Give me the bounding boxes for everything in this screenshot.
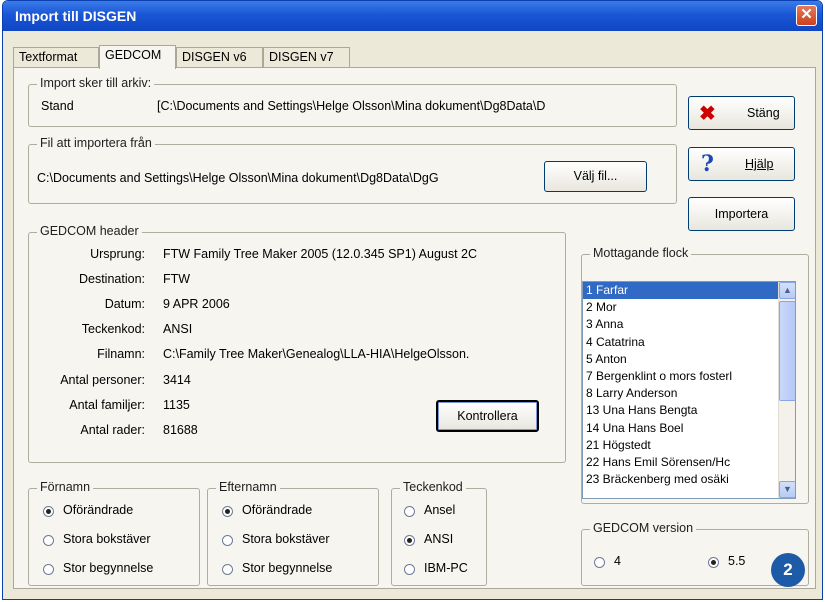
version-4-label: 4: [614, 554, 621, 568]
version-55-radio[interactable]: [708, 557, 719, 568]
close-button[interactable]: ✖ Stäng: [688, 96, 795, 130]
tab-disgen-v6[interactable]: DISGEN v6: [176, 47, 263, 68]
firstname-legend: Förnamn: [37, 480, 94, 494]
red-x-icon: ✖: [699, 103, 716, 125]
firstname-group: Förnamn Oförändrade Stora bokstäver Stor…: [28, 480, 200, 586]
scroll-up-icon[interactable]: ▲: [779, 282, 795, 299]
flock-items: 1 Farfar 2 Mor 3 Anna 4 Catatrina 5 Anton 7 B…: [583, 282, 795, 488]
scroll-down-icon[interactable]: ▼: [779, 481, 795, 498]
header-value-filename: C:\Family Tree Maker\Genealog\LLA-HIA\He…: [163, 347, 470, 361]
archive-legend: Import sker till arkiv:: [37, 76, 155, 90]
step-badge: 2: [771, 553, 805, 587]
version-4-radio[interactable]: [594, 557, 605, 568]
gedcom-version-legend: GEDCOM version: [590, 521, 697, 535]
flock-list-item[interactable]: 1 Farfar: [583, 282, 795, 300]
archive-name: Stand: [41, 99, 74, 113]
lastname-unchanged-radio[interactable]: [222, 506, 233, 517]
flock-list-item[interactable]: 21 Högstedt: [583, 437, 795, 454]
header-value-date: 9 APR 2006: [163, 297, 230, 311]
header-value-charset: ANSI: [163, 322, 193, 336]
receiving-flock-list[interactable]: 1 Farfar 2 Mor 3 Anna 4 Catatrina 5 Anton 7 B…: [582, 281, 796, 499]
help-button[interactable]: ? Hjälp: [688, 147, 795, 181]
header-value-persons: 3414: [163, 373, 191, 387]
archive-group: Import sker till arkiv: Stand [C:\Docume…: [28, 76, 677, 127]
tab-textformat[interactable]: Textformat: [13, 47, 99, 68]
import-file-path: C:\Documents and Settings\Helge Olsson\M…: [37, 171, 439, 185]
help-button-label: Hjälp: [745, 157, 774, 171]
header-label-persons: Antal personer:: [60, 373, 145, 387]
choose-file-button[interactable]: Välj fil...: [544, 161, 647, 192]
check-button[interactable]: Kontrollera: [436, 400, 539, 432]
header-value-families: 1135: [163, 398, 190, 412]
header-label-charset: Teckenkod:: [81, 322, 145, 336]
receiving-flock-legend: Mottagande flock: [590, 246, 692, 260]
firstname-capitalize-radio[interactable]: [43, 564, 54, 575]
flock-list-item[interactable]: 2 Mor: [583, 299, 795, 316]
firstname-uppercase-radio[interactable]: [43, 535, 54, 546]
lastname-group: Efternamn Oförändrade Stora bokstäver St…: [207, 480, 379, 586]
flock-scrollbar[interactable]: ▲ ▼: [778, 282, 795, 498]
tab-disgen-v7[interactable]: DISGEN v7: [263, 47, 350, 68]
charset-ibmpc-label: IBM-PC: [424, 561, 468, 575]
flock-list-item[interactable]: 22 Hans Emil Sörensen/Hc: [583, 454, 795, 471]
flock-list-item[interactable]: 5 Anton: [583, 351, 795, 368]
header-label-destination: Destination:: [78, 272, 145, 286]
flock-list-item[interactable]: 3 Anna: [583, 316, 795, 333]
gedcom-header-legend: GEDCOM header: [37, 224, 142, 238]
window-close-button[interactable]: ✕: [796, 5, 817, 26]
firstname-capitalize-label: Stor begynnelse: [63, 561, 154, 575]
lastname-capitalize-label: Stor begynnelse: [242, 561, 333, 575]
flock-list-item[interactable]: 14 Una Hans Boel: [583, 420, 795, 437]
archive-path: [C:\Documents and Settings\Helge Olsson\…: [157, 99, 546, 113]
header-label-origin: Ursprung:: [90, 247, 145, 261]
charset-legend: Teckenkod: [400, 480, 466, 494]
lastname-legend: Efternamn: [216, 480, 280, 494]
header-label-families: Antal familjer:: [69, 398, 145, 412]
close-button-label: Stäng: [747, 106, 780, 120]
charset-ansel-label: Ansel: [424, 503, 456, 517]
lastname-capitalize-radio[interactable]: [222, 564, 233, 575]
title-bar: Import till DISGEN ✕: [3, 1, 822, 31]
header-value-rows: 81688: [163, 423, 198, 437]
flock-list-item[interactable]: 23 Bräckenberg med osäki: [583, 471, 795, 488]
flock-list-item[interactable]: 7 Bergenklint o mors fosterl: [583, 368, 795, 385]
scroll-thumb[interactable]: [779, 301, 795, 401]
import-file-legend: Fil att importera från: [37, 136, 155, 150]
charset-ansi-radio[interactable]: [404, 535, 415, 546]
charset-group: Teckenkod Ansel ANSI IBM-PC: [391, 480, 487, 586]
charset-ibmpc-radio[interactable]: [404, 564, 415, 575]
import-file-group: Fil att importera från C:\Documents and …: [28, 136, 677, 204]
flock-list-item[interactable]: 4 Catatrina: [583, 334, 795, 351]
import-button[interactable]: Importera: [688, 197, 795, 231]
gedcom-header-group: GEDCOM header Ursprung: FTW Family Tree …: [28, 224, 566, 463]
lastname-uppercase-label: Stora bokstäver: [242, 532, 330, 546]
flock-list-item[interactable]: 13 Una Hans Bengta: [583, 402, 795, 419]
import-dialog: Import till DISGEN ✕ Textformat GEDCOM D…: [2, 0, 823, 600]
lastname-uppercase-radio[interactable]: [222, 535, 233, 546]
header-value-destination: FTW: [163, 272, 191, 286]
firstname-unchanged-label: Oförändrade: [63, 503, 134, 517]
lastname-unchanged-label: Oförändrade: [242, 503, 313, 517]
header-label-filename: Filnamn:: [97, 347, 145, 361]
header-value-origin: FTW Family Tree Maker 2005 (12.0.345 SP1…: [163, 247, 478, 261]
charset-ansel-radio[interactable]: [404, 506, 415, 517]
firstname-uppercase-label: Stora bokstäver: [63, 532, 151, 546]
header-label-rows: Antal rader:: [80, 423, 145, 437]
tab-gedcom[interactable]: GEDCOM: [99, 45, 176, 69]
question-mark-icon: ?: [701, 151, 714, 177]
charset-ansi-label: ANSI: [424, 532, 454, 546]
firstname-unchanged-radio[interactable]: [43, 506, 54, 517]
flock-list-item[interactable]: 8 Larry Anderson: [583, 385, 795, 402]
header-label-date: Datum:: [104, 297, 145, 311]
version-55-label: 5.5: [728, 554, 746, 568]
window-title: Import till DISGEN: [15, 8, 137, 24]
